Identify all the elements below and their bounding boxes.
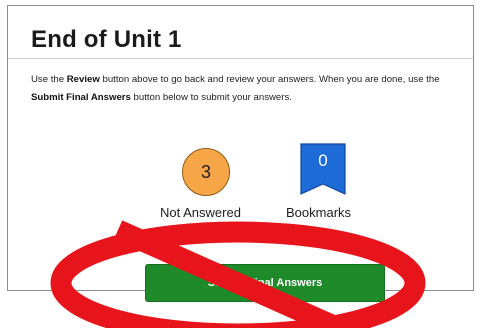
review-keyword: Review xyxy=(66,74,100,85)
page-title: End of Unit 1 xyxy=(31,26,182,53)
bookmark-ribbon-icon[interactable]: 0 xyxy=(300,143,346,195)
instructions-part-1: Use the xyxy=(31,74,67,85)
submit-final-keyword: Submit Final Answers xyxy=(31,92,131,103)
not-answered-count-icon[interactable]: 3 xyxy=(182,148,230,196)
submit-final-answers-button[interactable]: Submit Final Answers xyxy=(145,264,385,302)
bookmarks-label: Bookmarks xyxy=(286,205,352,220)
not-answered-label: Not Answered xyxy=(160,205,241,220)
page: End of Unit 1 Use the Review button abov… xyxy=(0,0,481,328)
not-answered-count: 3 xyxy=(200,161,211,182)
instructions-part-2: button above to go back and review your … xyxy=(99,74,440,85)
instructions-text: Use the Review button above to go back a… xyxy=(31,71,471,107)
bookmarks-count: 0 xyxy=(318,151,328,170)
instructions-part-3: button below to submit your answers. xyxy=(130,92,292,103)
title-divider xyxy=(8,58,473,59)
